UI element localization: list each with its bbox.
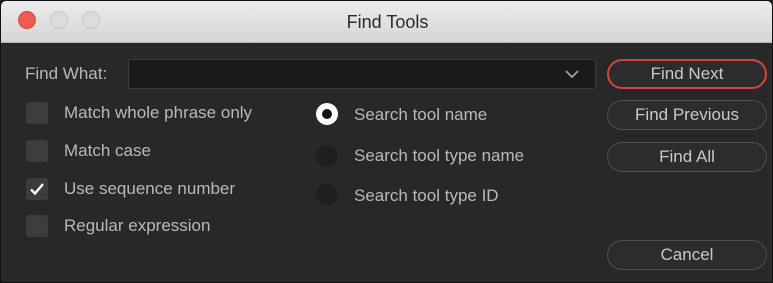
- dialog-body: Find What: Find Next Find Previous Find …: [1, 43, 772, 282]
- use-sequence-number-label: Use sequence number: [64, 179, 236, 198]
- find-next-button[interactable]: Find Next: [607, 59, 767, 89]
- chevron-down-icon[interactable]: [565, 65, 579, 83]
- find-what-label: Find What:: [25, 64, 108, 83]
- search-tool-name-label: Search tool name: [354, 105, 488, 124]
- regular-expression-checkbox[interactable]: [26, 215, 48, 237]
- window-title: Find Tools: [346, 12, 429, 32]
- search-tool-type-id-radio[interactable]: [316, 184, 338, 206]
- match-whole-phrase-checkbox[interactable]: [26, 102, 48, 124]
- use-sequence-number-checkbox[interactable]: [26, 178, 48, 200]
- regular-expression-label: Regular expression: [64, 216, 211, 235]
- search-tool-type-name-radio[interactable]: [316, 145, 338, 167]
- find-all-button[interactable]: Find All: [607, 142, 767, 172]
- checkmark-icon: [30, 183, 44, 196]
- find-tools-dialog: Find Tools Find What: Find Next Find Pre…: [0, 0, 773, 283]
- find-previous-button[interactable]: Find Previous: [607, 100, 767, 130]
- radio-dot-icon: [322, 109, 332, 119]
- match-case-checkbox[interactable]: [26, 140, 48, 162]
- find-what-combobox[interactable]: [128, 59, 596, 89]
- cancel-button[interactable]: Cancel: [607, 240, 767, 270]
- search-tool-type-id-label: Search tool type ID: [354, 186, 499, 205]
- search-tool-type-name-label: Search tool type name: [354, 146, 525, 165]
- match-case-label: Match case: [64, 141, 151, 160]
- search-tool-name-radio[interactable]: [316, 103, 338, 125]
- title-bar[interactable]: Find Tools: [1, 1, 772, 43]
- match-whole-phrase-label: Match whole phrase only: [64, 103, 253, 122]
